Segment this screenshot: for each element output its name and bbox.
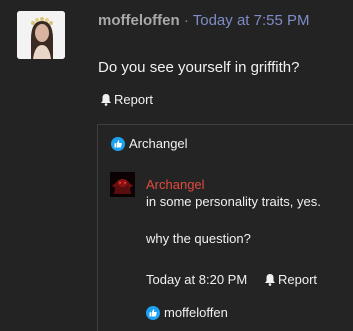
reply-author[interactable]: Archangel — [146, 177, 205, 192]
bell-icon — [264, 273, 276, 286]
post-header: moffeloffen · Today at 7:55 PM — [98, 12, 309, 29]
post-report-label: Report — [114, 92, 154, 107]
reply-text-line: why the question? — [146, 231, 251, 246]
reply-report-label: Report — [278, 272, 318, 287]
like-user[interactable]: Archangel — [129, 136, 188, 151]
post-report-button[interactable]: Report — [100, 92, 153, 107]
thumbs-up-icon — [111, 136, 125, 151]
like-user[interactable]: moffeloffen — [164, 305, 228, 320]
thumbs-up-icon — [146, 305, 160, 320]
reply-report-button[interactable]: Report — [264, 272, 317, 287]
post-author[interactable]: moffeloffen — [98, 12, 180, 29]
thread-view: moffeloffen · Today at 7:55 PM Do you se… — [0, 0, 353, 331]
bell-icon — [100, 93, 112, 106]
reply-text-line: in some personality traits, yes. — [146, 194, 321, 209]
post-body: Do you see yourself in griffith? — [98, 59, 300, 76]
reply-section: Archangel Archangel in some personality … — [97, 124, 353, 331]
post-timestamp[interactable]: Today at 7:55 PM — [193, 12, 310, 29]
like-row: Archangel — [111, 136, 188, 151]
avatar[interactable] — [17, 11, 65, 59]
reply-avatar[interactable] — [110, 172, 135, 197]
like-row: moffeloffen — [146, 305, 228, 320]
reply-timestamp[interactable]: Today at 8:20 PM — [146, 272, 247, 287]
header-separator: · — [183, 12, 189, 29]
